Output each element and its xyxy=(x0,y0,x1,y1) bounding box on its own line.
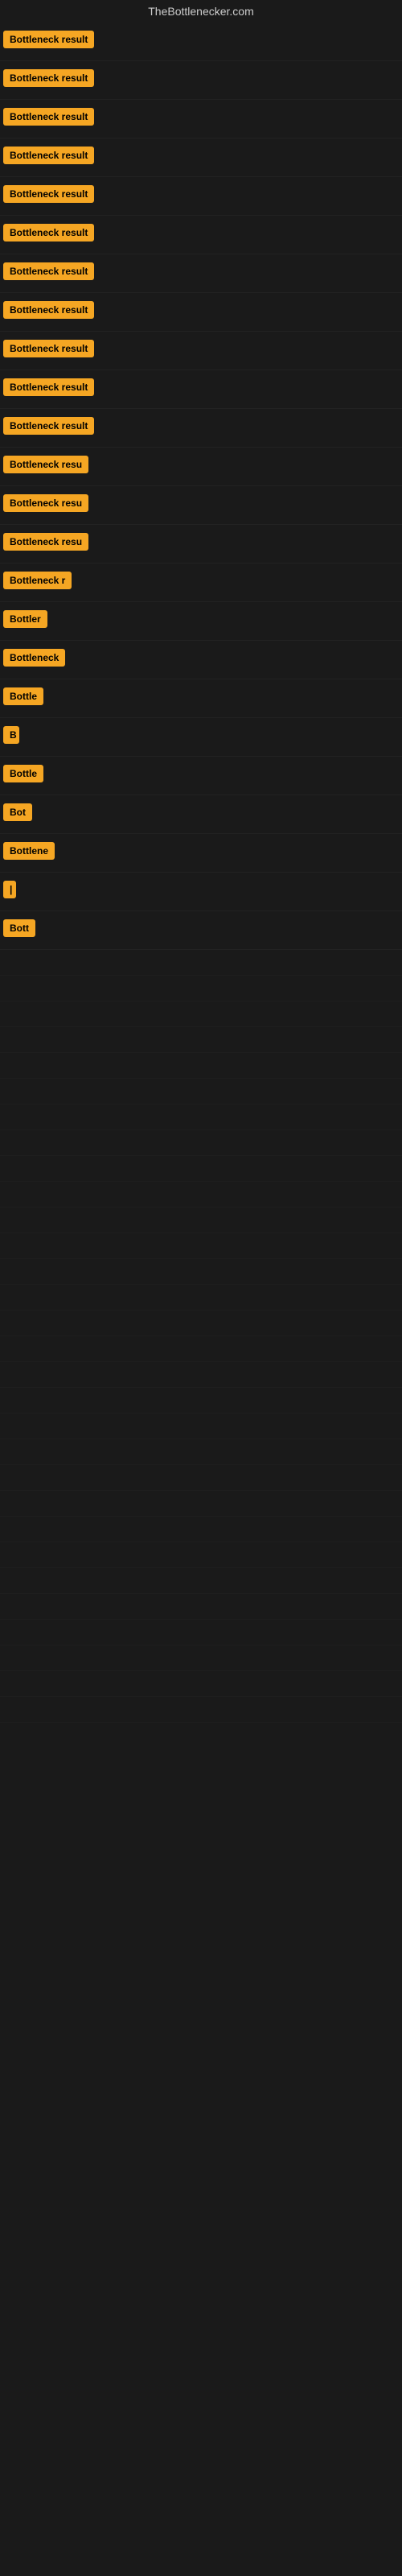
result-row-10: Bottleneck result xyxy=(0,370,402,409)
spacer-row-28 xyxy=(0,1671,402,1697)
bottleneck-badge-19[interactable]: B xyxy=(3,726,19,744)
bottleneck-badge-20[interactable]: Bottle xyxy=(3,765,43,782)
bottleneck-badge-1[interactable]: Bottleneck result xyxy=(3,31,94,48)
bottleneck-badge-4[interactable]: Bottleneck result xyxy=(3,147,94,164)
spacer-row-4 xyxy=(0,1053,402,1079)
bottleneck-badge-18[interactable]: Bottle xyxy=(3,687,43,705)
spacer-row-7 xyxy=(0,1130,402,1156)
spacer-row-26 xyxy=(0,1620,402,1645)
result-row-5: Bottleneck result xyxy=(0,177,402,216)
spacer-row-20 xyxy=(0,1465,402,1491)
bottleneck-badge-16[interactable]: Bottler xyxy=(3,610,47,628)
spacer-row-6 xyxy=(0,1104,402,1130)
result-row-7: Bottleneck result xyxy=(0,254,402,293)
result-row-12: Bottleneck resu xyxy=(0,448,402,486)
spacer-row-0 xyxy=(0,950,402,976)
spacer-row-3 xyxy=(0,1027,402,1053)
result-row-22: Bottlene xyxy=(0,834,402,873)
result-row-20: Bottle xyxy=(0,757,402,795)
spacer-row-18 xyxy=(0,1414,402,1439)
result-row-9: Bottleneck result xyxy=(0,332,402,370)
bottleneck-badge-22[interactable]: Bottlene xyxy=(3,842,55,860)
result-row-11: Bottleneck result xyxy=(0,409,402,448)
bottleneck-badge-8[interactable]: Bottleneck result xyxy=(3,301,94,319)
result-row-18: Bottle xyxy=(0,679,402,718)
spacer-row-2 xyxy=(0,1001,402,1027)
bottleneck-badge-2[interactable]: Bottleneck result xyxy=(3,69,94,87)
result-row-19: B xyxy=(0,718,402,757)
spacer-row-19 xyxy=(0,1439,402,1465)
bottleneck-badge-13[interactable]: Bottleneck resu xyxy=(3,494,88,512)
bottleneck-badge-24[interactable]: Bott xyxy=(3,919,35,937)
result-row-14: Bottleneck resu xyxy=(0,525,402,564)
spacer-row-12 xyxy=(0,1259,402,1285)
result-row-1: Bottleneck result xyxy=(0,23,402,61)
result-row-23: | xyxy=(0,873,402,911)
bottleneck-badge-6[interactable]: Bottleneck result xyxy=(3,224,94,242)
spacer-row-17 xyxy=(0,1388,402,1414)
bottleneck-badge-9[interactable]: Bottleneck result xyxy=(3,340,94,357)
result-row-4: Bottleneck result xyxy=(0,138,402,177)
bottleneck-badge-17[interactable]: Bottleneck xyxy=(3,649,65,667)
spacer-row-1 xyxy=(0,976,402,1001)
result-row-2: Bottleneck result xyxy=(0,61,402,100)
bottleneck-badge-23[interactable]: | xyxy=(3,881,16,898)
bottleneck-badge-15[interactable]: Bottleneck r xyxy=(3,572,72,589)
spacer-row-5 xyxy=(0,1079,402,1104)
bottleneck-badge-5[interactable]: Bottleneck result xyxy=(3,185,94,203)
result-row-16: Bottler xyxy=(0,602,402,641)
bottleneck-badge-10[interactable]: Bottleneck result xyxy=(3,378,94,396)
result-row-15: Bottleneck r xyxy=(0,564,402,602)
spacer-row-25 xyxy=(0,1594,402,1620)
bottleneck-badge-14[interactable]: Bottleneck resu xyxy=(3,533,88,551)
result-row-17: Bottleneck xyxy=(0,641,402,679)
spacer-row-27 xyxy=(0,1645,402,1671)
spacer-row-15 xyxy=(0,1336,402,1362)
bottleneck-badge-3[interactable]: Bottleneck result xyxy=(3,108,94,126)
spacer-row-22 xyxy=(0,1517,402,1542)
spacer-row-11 xyxy=(0,1233,402,1259)
spacer-row-13 xyxy=(0,1285,402,1311)
spacer-row-21 xyxy=(0,1491,402,1517)
result-row-21: Bot xyxy=(0,795,402,834)
result-row-13: Bottleneck resu xyxy=(0,486,402,525)
spacer-row-24 xyxy=(0,1568,402,1594)
result-row-3: Bottleneck result xyxy=(0,100,402,138)
spacer-row-16 xyxy=(0,1362,402,1388)
result-row-6: Bottleneck result xyxy=(0,216,402,254)
result-row-8: Bottleneck result xyxy=(0,293,402,332)
spacer-row-29 xyxy=(0,1697,402,1723)
bottleneck-badge-7[interactable]: Bottleneck result xyxy=(3,262,94,280)
spacer-row-9 xyxy=(0,1182,402,1208)
result-row-24: Bott xyxy=(0,911,402,950)
spacer-row-8 xyxy=(0,1156,402,1182)
bottleneck-badge-11[interactable]: Bottleneck result xyxy=(3,417,94,435)
bottleneck-badge-21[interactable]: Bot xyxy=(3,803,32,821)
spacer-row-23 xyxy=(0,1542,402,1568)
spacer-row-10 xyxy=(0,1208,402,1233)
site-title: TheBottlenecker.com xyxy=(0,0,402,23)
spacer-row-14 xyxy=(0,1311,402,1336)
bottleneck-badge-12[interactable]: Bottleneck resu xyxy=(3,456,88,473)
